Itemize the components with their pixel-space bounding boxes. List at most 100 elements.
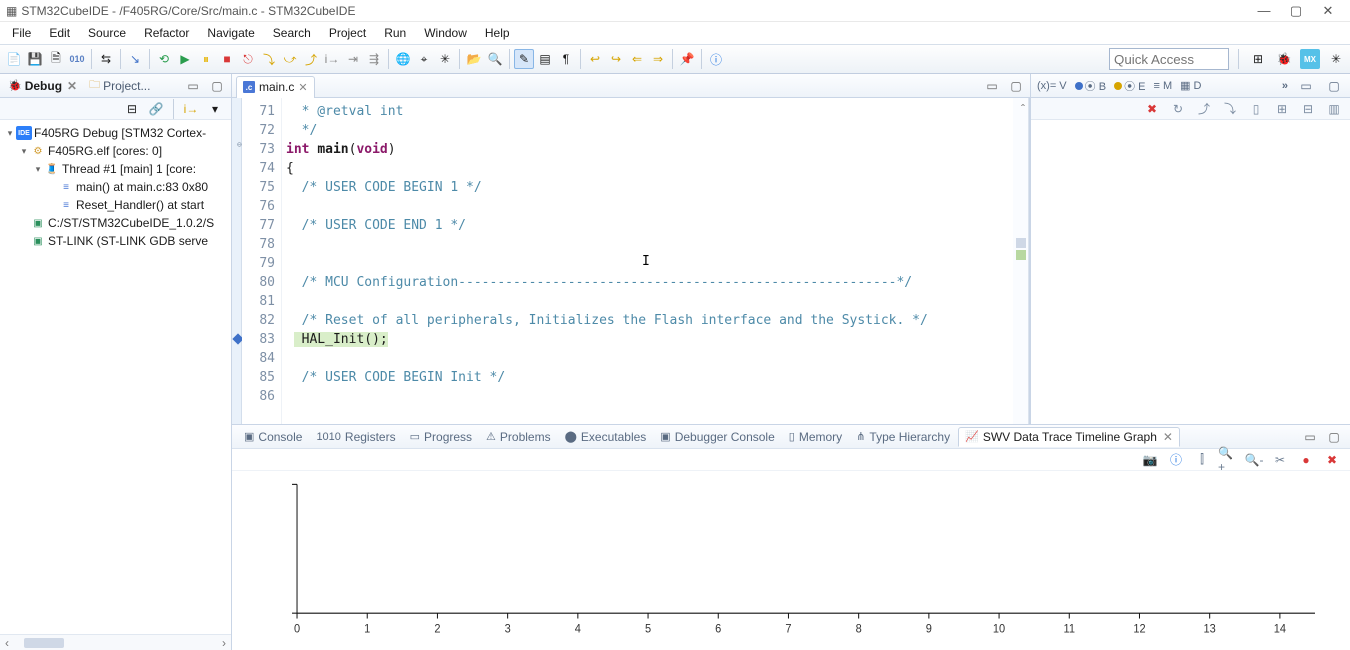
menu-search[interactable]: Search: [265, 24, 319, 42]
minimize-button[interactable]: —: [1248, 3, 1280, 18]
instruction-step-icon[interactable]: i→: [322, 49, 342, 69]
twisty-icon[interactable]: ▾: [32, 164, 44, 175]
disassembly-tab[interactable]: ▦ D: [1180, 79, 1201, 92]
view-control-icon[interactable]: ▢: [1324, 427, 1344, 447]
debug-perspective-icon[interactable]: 🐞: [1274, 49, 1294, 69]
twisty-icon[interactable]: ▾: [4, 128, 16, 139]
menu-window[interactable]: Window: [416, 24, 475, 42]
debug-tab[interactable]: 🐞 Debug ✕: [4, 77, 81, 95]
show-whitespace-icon[interactable]: ¶: [556, 49, 576, 69]
maximize-view-icon[interactable]: ▢: [207, 76, 227, 96]
step-into-icon[interactable]: ⤵: [259, 49, 279, 69]
toggle-block-icon[interactable]: ▤: [535, 49, 555, 69]
maximize-editor-icon[interactable]: ▢: [1006, 76, 1026, 96]
new-icon[interactable]: 📄: [4, 49, 24, 69]
bottom-tab-progress[interactable]: ▭Progress: [404, 428, 478, 446]
graph-tool-icon[interactable]: 🔍+: [1218, 450, 1238, 470]
forward-icon[interactable]: ↪: [606, 49, 626, 69]
modules-tab[interactable]: ≡ M: [1153, 80, 1172, 92]
pin-icon[interactable]: 📌: [677, 49, 697, 69]
tree-row[interactable]: ▾⚙F405RG.elf [cores: 0]: [0, 142, 231, 160]
scroll-left-icon[interactable]: ‹: [0, 636, 14, 650]
info-icon[interactable]: ⓘ: [706, 49, 726, 69]
skip-breakpoints-icon[interactable]: ↘: [125, 49, 145, 69]
tree-row[interactable]: ≡Reset_Handler() at start: [0, 196, 231, 214]
nav-fwd-icon[interactable]: ⇒: [648, 49, 668, 69]
bottom-tab-executables[interactable]: ⬤Executables: [559, 428, 653, 446]
rp-tool-icon[interactable]: ⤵: [1220, 99, 1240, 119]
step-return-icon[interactable]: ⤴: [301, 49, 321, 69]
bottom-tab-swv-data-trace-timeline-graph[interactable]: 📈SWV Data Trace Timeline Graph✕: [958, 427, 1180, 447]
breakpoints-tab[interactable]: ⦿ B: [1075, 78, 1106, 94]
target-icon[interactable]: ⌖: [414, 49, 434, 69]
tree-row[interactable]: ▾IDEF405RG Debug [STM32 Cortex-: [0, 124, 231, 142]
step-instr-icon[interactable]: i→: [181, 99, 201, 119]
graph-tool-icon[interactable]: 🔍-: [1244, 450, 1264, 470]
minimize-view-icon[interactable]: ▭: [1296, 76, 1316, 96]
menu-help[interactable]: Help: [477, 24, 518, 42]
collapse-all-icon[interactable]: ⊟: [122, 99, 142, 119]
view-menu-icon[interactable]: ▾: [205, 99, 225, 119]
scroll-thumb[interactable]: [24, 638, 64, 648]
quick-access-input[interactable]: [1109, 48, 1229, 70]
rp-tool-icon[interactable]: ⊞: [1272, 99, 1292, 119]
menu-source[interactable]: Source: [80, 24, 134, 42]
scroll-right-icon[interactable]: ›: [217, 636, 231, 650]
view-control-icon[interactable]: ▭: [1300, 427, 1320, 447]
minimize-view-icon[interactable]: ▭: [183, 76, 203, 96]
bottom-tab-type-hierarchy[interactable]: ⋔Type Hierarchy: [850, 428, 956, 446]
editor-tab-main-c[interactable]: .c main.c ✕: [236, 76, 315, 98]
close-window-button[interactable]: ✕: [1312, 3, 1344, 19]
bottom-tab-debugger-console[interactable]: ▣Debugger Console: [654, 428, 780, 446]
maximize-button[interactable]: ▢: [1280, 3, 1312, 19]
graph-tool-icon[interactable]: ✂: [1270, 450, 1290, 470]
swv-graph[interactable]: 0123456789101112131401: [232, 471, 1350, 650]
menu-refactor[interactable]: Refactor: [136, 24, 197, 42]
save-icon[interactable]: 💾: [25, 49, 45, 69]
rp-tool-icon[interactable]: ▥: [1324, 99, 1344, 119]
menu-file[interactable]: File: [4, 24, 39, 42]
link-icon[interactable]: 🔗: [146, 99, 166, 119]
resume-icon[interactable]: ▶: [175, 49, 195, 69]
expressions-tab[interactable]: ⦿ E: [1114, 78, 1145, 94]
graph-tool-icon[interactable]: ⫿: [1192, 450, 1212, 470]
graph-tool-icon[interactable]: ✖: [1322, 450, 1342, 470]
cube-icon[interactable]: 🌐: [393, 49, 413, 69]
left-hscroll[interactable]: ‹ ›: [0, 634, 231, 650]
switch-icon[interactable]: ⇆: [96, 49, 116, 69]
rp-tool-icon[interactable]: ⤴: [1194, 99, 1214, 119]
toggle-mark-icon[interactable]: ✎: [514, 49, 534, 69]
rp-tool-icon[interactable]: ⊟: [1298, 99, 1318, 119]
menu-project[interactable]: Project: [321, 24, 374, 42]
bottom-tab-registers[interactable]: 1010Registers: [310, 428, 401, 446]
nav-back-icon[interactable]: ⇐: [627, 49, 647, 69]
open-type-icon[interactable]: 📂: [464, 49, 484, 69]
open-perspective-icon[interactable]: ⊞: [1248, 49, 1268, 69]
c-perspective-icon[interactable]: ✳: [1326, 49, 1346, 69]
graph-tool-icon[interactable]: ⓘ: [1166, 450, 1186, 470]
terminate-icon[interactable]: ■: [217, 49, 237, 69]
registers-icon[interactable]: 010: [67, 49, 87, 69]
save-all-icon[interactable]: 🗎: [46, 49, 66, 69]
tree-row[interactable]: ▣C:/ST/STM32CubeIDE_1.0.2/S: [0, 214, 231, 232]
bottom-tab-memory[interactable]: ▯Memory: [783, 428, 848, 446]
drop-to-frame-icon[interactable]: ⇥: [343, 49, 363, 69]
suspend-icon[interactable]: ⏸: [196, 49, 216, 69]
bottom-tab-problems[interactable]: ⚠Problems: [480, 428, 557, 446]
tree-row[interactable]: ≡main() at main.c:83 0x80: [0, 178, 231, 196]
rp-tool-icon[interactable]: ▯: [1246, 99, 1266, 119]
show-more-icon[interactable]: »: [1282, 80, 1288, 92]
disconnect-icon[interactable]: ⎋: [238, 49, 258, 69]
bottom-tab-console[interactable]: ▣Console: [238, 428, 308, 446]
menu-run[interactable]: Run: [376, 24, 414, 42]
maximize-view-icon[interactable]: ▢: [1324, 76, 1344, 96]
close-icon[interactable]: ✕: [67, 79, 77, 93]
rp-tool-icon[interactable]: ↻: [1168, 99, 1188, 119]
menu-navigate[interactable]: Navigate: [199, 24, 262, 42]
close-icon[interactable]: ✕: [1163, 430, 1173, 444]
variables-tab[interactable]: (x)= V: [1037, 80, 1067, 92]
mx-perspective-icon[interactable]: MX: [1300, 49, 1320, 69]
debug-tree[interactable]: ▾IDEF405RG Debug [STM32 Cortex-▾⚙F405RG.…: [0, 120, 231, 634]
tree-row[interactable]: ▣ST-LINK (ST-LINK GDB serve: [0, 232, 231, 250]
scroll-up-icon[interactable]: ˆ: [1021, 102, 1025, 116]
